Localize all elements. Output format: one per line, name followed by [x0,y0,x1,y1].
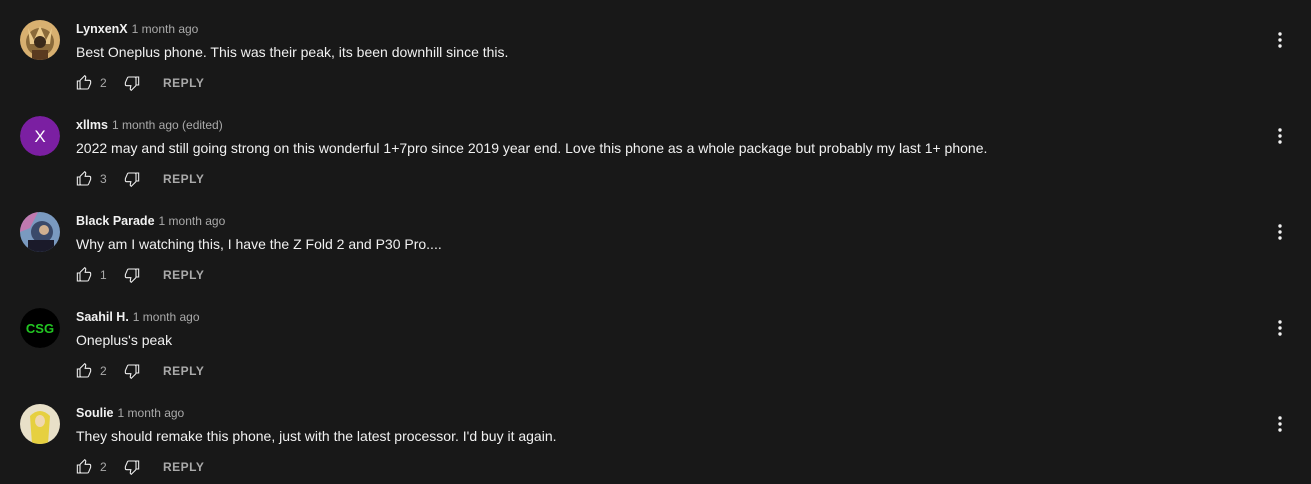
comment-actions: 2 REPLY [76,362,204,380]
avatar[interactable] [20,212,60,252]
comment-header: Saahil H. 1 month ago [76,309,200,325]
reply-button[interactable]: REPLY [163,268,204,282]
like-count: 3 [100,172,107,186]
comment-header: LynxenX 1 month ago [76,21,198,37]
comment-item: CSG Saahil H. 1 month ago Oneplus's peak … [0,288,1311,384]
author-name[interactable]: Black Parade [76,214,155,228]
comment-item: X xllms 1 month ago (edited) 2022 may and… [0,96,1311,192]
reply-button[interactable]: REPLY [163,364,204,378]
comment-text: Best Oneplus phone. This was their peak,… [76,44,509,60]
avatar[interactable]: X [20,116,60,156]
comment-text: They should remake this phone, just with… [76,428,557,444]
timestamp[interactable]: 1 month ago [132,22,199,36]
thumb-down-icon[interactable] [124,267,140,283]
comment-text: Why am I watching this, I have the Z Fol… [76,236,442,252]
avatar[interactable] [20,404,60,444]
author-name[interactable]: xllms [76,118,108,132]
comment-actions: 2 REPLY [76,458,204,476]
avatar-logo-text: CSG [26,321,54,336]
timestamp[interactable]: 1 month ago [118,406,185,420]
more-vert-icon[interactable] [1270,414,1290,434]
reply-button[interactable]: REPLY [163,172,204,186]
timestamp[interactable]: 1 month ago [159,214,226,228]
thumb-down-icon[interactable] [124,459,140,475]
like-count: 2 [100,76,107,90]
avatar[interactable]: CSG [20,308,60,348]
thumb-up-icon[interactable] [76,267,92,283]
reply-button[interactable]: REPLY [163,460,204,474]
thumb-up-icon[interactable] [76,363,92,379]
comment-text: 2022 may and still going strong on this … [76,140,988,156]
comment-item: Soulie 1 month ago They should remake thi… [0,384,1311,480]
comment-text: Oneplus's peak [76,332,173,348]
thumb-up-icon[interactable] [76,459,92,475]
author-name[interactable]: Saahil H. [76,310,129,324]
thumb-down-icon[interactable] [124,363,140,379]
timestamp[interactable]: 1 month ago (edited) [112,118,223,132]
reply-button[interactable]: REPLY [163,76,204,90]
comment-item: LynxenX 1 month ago Best Oneplus phone. T… [0,0,1311,96]
comment-header: Soulie 1 month ago [76,405,184,421]
like-count: 2 [100,364,107,378]
avatar-letter: X [34,127,45,146]
more-vert-icon[interactable] [1270,30,1290,50]
like-count: 1 [100,268,107,282]
thumb-down-icon[interactable] [124,75,140,91]
thumb-up-icon[interactable] [76,75,92,91]
comment-header: Black Parade 1 month ago [76,213,225,229]
timestamp[interactable]: 1 month ago [133,310,200,324]
comment-actions: 3 REPLY [76,170,204,188]
thumb-up-icon[interactable] [76,171,92,187]
comment-header: xllms 1 month ago (edited) [76,117,223,133]
comment-actions: 2 REPLY [76,74,204,92]
avatar[interactable] [20,20,60,60]
thumb-down-icon[interactable] [124,171,140,187]
author-name[interactable]: LynxenX [76,22,128,36]
more-vert-icon[interactable] [1270,318,1290,338]
comments-section: LynxenX 1 month ago Best Oneplus phone. T… [0,0,1311,484]
like-count: 2 [100,460,107,474]
author-name[interactable]: Soulie [76,406,114,420]
more-vert-icon[interactable] [1270,222,1290,242]
comment-item: Black Parade 1 month ago Why am I watchin… [0,192,1311,288]
more-vert-icon[interactable] [1270,126,1290,146]
comment-actions: 1 REPLY [76,266,204,284]
